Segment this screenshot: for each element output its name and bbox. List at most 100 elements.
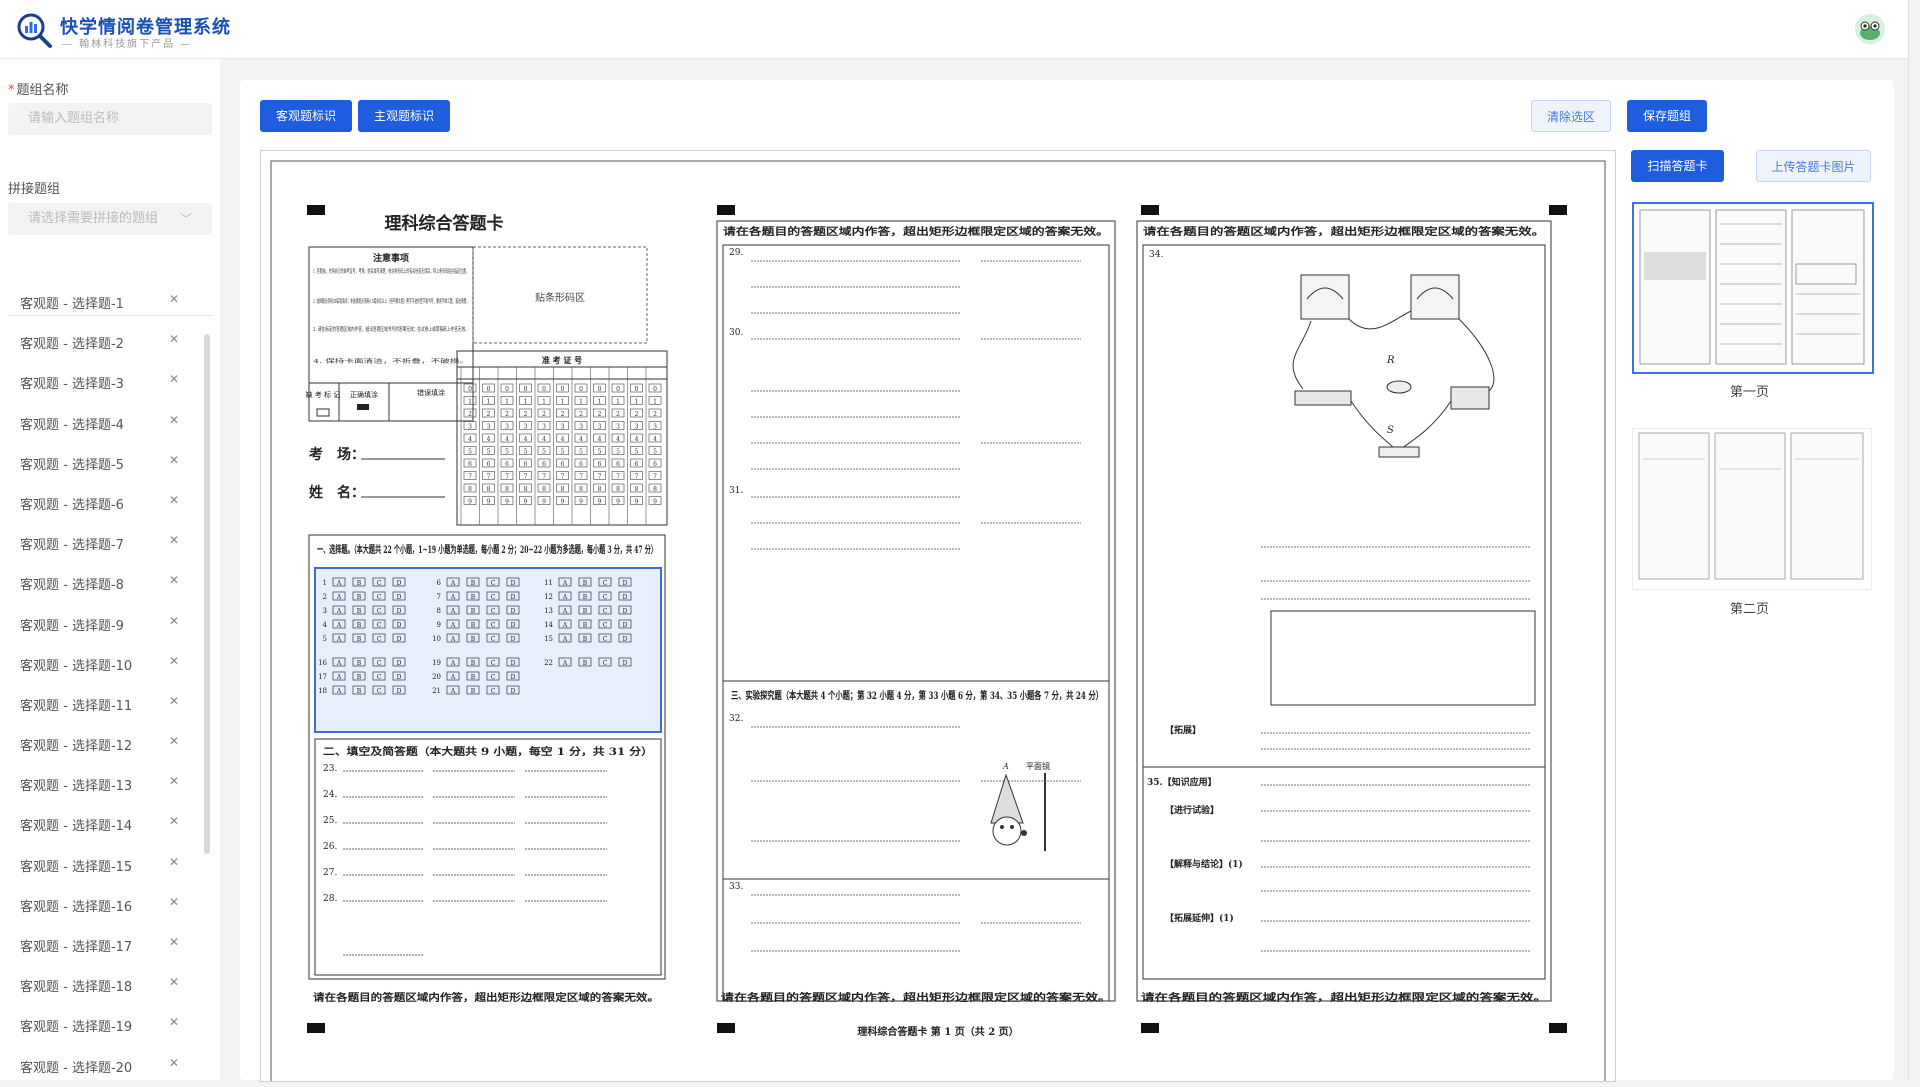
upload-card-button[interactable]: 上传答题卡图片 bbox=[1756, 150, 1871, 182]
svg-text:16: 16 bbox=[318, 659, 327, 667]
question-list-item[interactable]: 客观题 - 选择题-15 ✕ bbox=[0, 846, 205, 886]
close-icon[interactable]: ✕ bbox=[166, 1014, 182, 1030]
window-scrollbar[interactable] bbox=[1908, 0, 1920, 1080]
close-icon[interactable]: ✕ bbox=[166, 613, 182, 629]
close-icon[interactable]: ✕ bbox=[166, 653, 182, 669]
group-name-input[interactable]: 请输入题组名称 bbox=[8, 103, 212, 135]
svg-text:6: 6 bbox=[598, 461, 602, 468]
question-list-item[interactable]: 客观题 - 选择题-10 ✕ bbox=[0, 645, 205, 685]
svg-text:A: A bbox=[336, 580, 342, 587]
svg-text:B: B bbox=[583, 622, 588, 629]
svg-text:D: D bbox=[397, 594, 402, 601]
objective-mark-button[interactable]: 客观题标识 bbox=[260, 100, 352, 132]
svg-text:0: 0 bbox=[487, 386, 491, 393]
question-list-item[interactable]: 客观题 - 选择题-8 ✕ bbox=[0, 564, 205, 604]
svg-text:4: 4 bbox=[505, 436, 509, 443]
close-icon[interactable]: ✕ bbox=[166, 894, 182, 910]
svg-text:C: C bbox=[491, 674, 496, 681]
close-icon[interactable]: ✕ bbox=[166, 974, 182, 990]
section-3-title: 三、实验探究题（本大题共 4 个小题；第 32 小题 4 分，第 33 小题 6… bbox=[731, 689, 1103, 702]
subjective-mark-button[interactable]: 主观题标识 bbox=[358, 100, 450, 132]
question-list-item[interactable]: 客观题 - 选择题-18 ✕ bbox=[0, 966, 205, 1006]
column-2-footer-note: 请在各题目的答题区域内作答，超出矩形边框限定区域的答案无效。 bbox=[721, 991, 1111, 1004]
switch-s-label: S bbox=[1387, 425, 1394, 436]
svg-text:D: D bbox=[397, 688, 402, 695]
question-list-item[interactable]: 客观题 - 选择题-9 ✕ bbox=[0, 605, 205, 645]
question-list-item[interactable]: 客观题 - 选择题-12 ✕ bbox=[0, 725, 205, 765]
wrong-fill-label: 错误填涂 bbox=[417, 388, 445, 397]
svg-text:29.: 29. bbox=[729, 248, 743, 258]
page-thumbnail-2[interactable] bbox=[1632, 428, 1872, 590]
close-icon[interactable]: ✕ bbox=[166, 1055, 182, 1071]
avatar[interactable] bbox=[1855, 14, 1885, 44]
svg-text:C: C bbox=[491, 688, 496, 695]
svg-text:1: 1 bbox=[561, 399, 565, 406]
svg-text:8: 8 bbox=[505, 486, 509, 493]
question-list-item[interactable]: 客观题 - 选择题-4 ✕ bbox=[0, 404, 205, 444]
clear-selection-button[interactable]: 清除选区 bbox=[1531, 100, 1611, 132]
svg-text:3: 3 bbox=[468, 424, 472, 431]
close-icon[interactable]: ✕ bbox=[166, 291, 182, 307]
svg-text:2: 2 bbox=[561, 411, 565, 418]
svg-text:D: D bbox=[511, 580, 516, 587]
question-list: 客观题 - 选择题-1 ✕ 客观题 - 选择题-2 ✕ 客观题 - 选择题-3 ✕ 客观题 … bbox=[0, 283, 205, 1087]
close-icon[interactable]: ✕ bbox=[166, 733, 182, 749]
svg-text:3: 3 bbox=[616, 424, 620, 431]
close-icon[interactable]: ✕ bbox=[166, 492, 182, 508]
close-icon[interactable]: ✕ bbox=[166, 412, 182, 428]
merge-group-select[interactable]: 请选择需要拼接的题组 ﹀ bbox=[8, 203, 212, 235]
close-icon[interactable]: ✕ bbox=[166, 813, 182, 829]
question-list-item[interactable]: 客观题 - 选择题-17 ✕ bbox=[0, 926, 205, 966]
close-icon[interactable]: ✕ bbox=[166, 572, 182, 588]
question-list-item[interactable]: 客观题 - 选择题-6 ✕ bbox=[0, 484, 205, 524]
close-icon[interactable]: ✕ bbox=[166, 532, 182, 548]
question-list-item[interactable]: 客观题 - 选择题-13 ✕ bbox=[0, 765, 205, 805]
question-item-label: 客观题 - 选择题-4 bbox=[20, 417, 124, 433]
question-list-item[interactable]: 客观题 - 选择题-7 ✕ bbox=[0, 524, 205, 564]
question-list-item[interactable]: 客观题 - 选择题-3 ✕ bbox=[0, 363, 205, 403]
question-list-item[interactable]: 客观题 - 选择题-20 ✕ bbox=[0, 1047, 205, 1087]
question-list-item[interactable]: 客观题 - 选择题-19 ✕ bbox=[0, 1006, 205, 1046]
svg-text:B: B bbox=[583, 660, 588, 667]
svg-text:7: 7 bbox=[653, 474, 657, 481]
scan-card-button[interactable]: 扫描答题卡 bbox=[1631, 150, 1724, 182]
question-list-item[interactable]: 客观题 - 选择题-16 ✕ bbox=[0, 886, 205, 926]
question-list-item[interactable]: 客观题 - 选择题-14 ✕ bbox=[0, 805, 205, 845]
svg-text:2: 2 bbox=[598, 411, 602, 418]
question-list-item[interactable]: 客观题 - 选择题-1 ✕ bbox=[0, 283, 205, 323]
svg-text:A: A bbox=[450, 622, 456, 629]
question-item-label: 客观题 - 选择题-2 bbox=[20, 337, 124, 353]
svg-text:30.: 30. bbox=[729, 328, 743, 338]
page-thumbnail-1[interactable] bbox=[1632, 202, 1874, 374]
svg-text:9: 9 bbox=[616, 499, 620, 506]
svg-text:9: 9 bbox=[468, 499, 472, 506]
close-icon[interactable]: ✕ bbox=[166, 371, 182, 387]
svg-text:9: 9 bbox=[653, 499, 657, 506]
svg-text:3: 3 bbox=[542, 424, 546, 431]
close-icon[interactable]: ✕ bbox=[166, 693, 182, 709]
question-list-item[interactable]: 客观题 - 选择题-2 ✕ bbox=[0, 323, 205, 363]
answer-sheet-image[interactable]: 理科综合答题卡 注意事项 1. 答题前，先将自己的准考证号、考场、姓名填写清楚，… bbox=[260, 150, 1616, 1087]
close-icon[interactable]: ✕ bbox=[166, 854, 182, 870]
svg-text:1: 1 bbox=[468, 399, 472, 406]
question-list-item[interactable]: 客观题 - 选择题-11 ✕ bbox=[0, 685, 205, 725]
close-icon[interactable]: ✕ bbox=[166, 773, 182, 789]
group-name-label: * 题组名称 bbox=[8, 83, 69, 98]
svg-text:C: C bbox=[377, 580, 382, 587]
svg-text:2: 2 bbox=[653, 411, 657, 418]
svg-text:A: A bbox=[562, 608, 568, 615]
close-icon[interactable]: ✕ bbox=[166, 331, 182, 347]
svg-text:4: 4 bbox=[598, 436, 602, 443]
svg-text:3: 3 bbox=[323, 607, 327, 615]
save-group-button[interactable]: 保存题组 bbox=[1627, 100, 1707, 132]
close-icon[interactable]: ✕ bbox=[166, 934, 182, 950]
svg-text:A: A bbox=[562, 622, 568, 629]
svg-text:5: 5 bbox=[505, 449, 509, 456]
section-1-title: 一、选择题。（本大题共 22 个小题，1~19 小题为单选题，每小题 2 分；2… bbox=[317, 543, 657, 556]
svg-text:D: D bbox=[397, 674, 402, 681]
svg-text:34.: 34. bbox=[1149, 250, 1163, 260]
anchor-mark bbox=[1549, 205, 1567, 215]
close-icon[interactable]: ✕ bbox=[166, 452, 182, 468]
question-list-item[interactable]: 客观题 - 选择题-5 ✕ bbox=[0, 444, 205, 484]
svg-text:7: 7 bbox=[616, 474, 620, 481]
